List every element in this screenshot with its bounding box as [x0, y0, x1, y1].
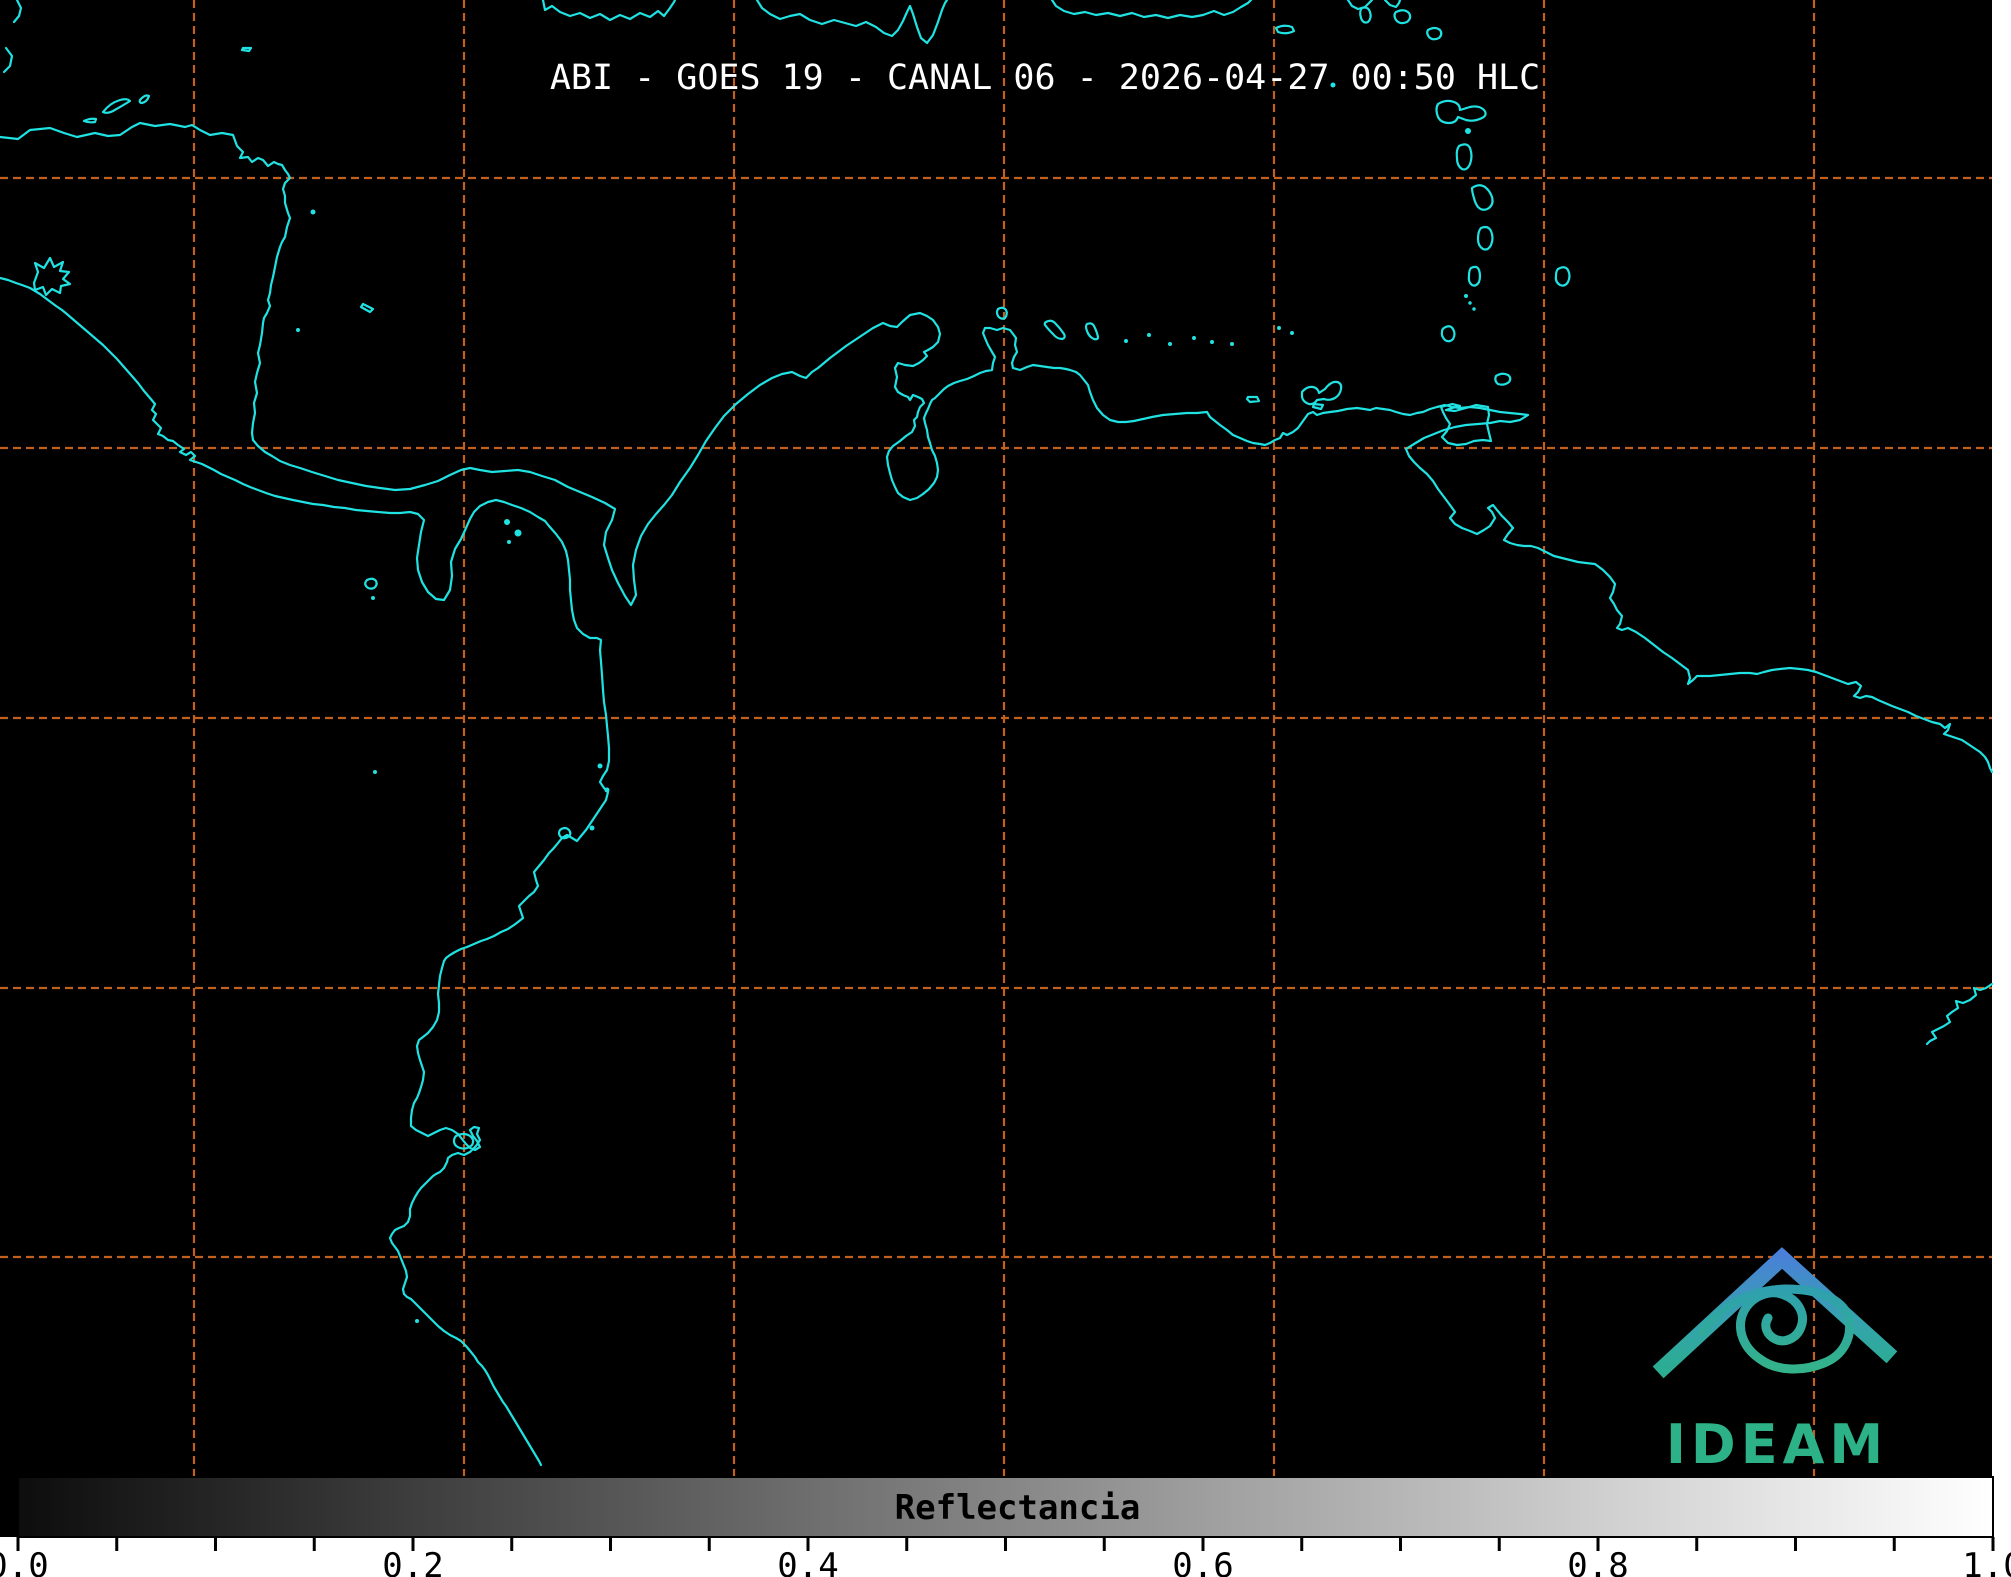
- island-blanquilla-2: [1290, 331, 1294, 335]
- island-marie-galante: [1465, 128, 1471, 134]
- island-grenadine-3: [1472, 307, 1476, 311]
- goes-satellite-map: ABI - GOES 19 - CANAL 06 - 2026-04-27 00…: [0, 0, 2011, 1577]
- island-los-roques-1: [1124, 339, 1128, 343]
- colorbar-tick-label: 0.6: [1172, 1546, 1233, 1577]
- island-pearl-1: [504, 519, 510, 525]
- island-grenadine-1: [1464, 294, 1468, 298]
- island-los-roques-3: [1168, 342, 1172, 346]
- logo-text: IDEAM: [1666, 1413, 1888, 1476]
- island-blanquilla-1: [1277, 326, 1281, 330]
- island-choco-2: [604, 787, 610, 793]
- satellite-image-viewer: ABI - GOES 19 - CANAL 06 - 2026-04-27 00…: [0, 0, 2011, 1577]
- colorbar-label: Reflectancia: [895, 1488, 1141, 1528]
- island-pearl-3: [507, 540, 511, 544]
- island-grenadine-2: [1468, 301, 1472, 305]
- colorbar-ticks: [16, 1537, 1995, 1551]
- island-los-roques-5: [1210, 340, 1214, 344]
- island-malpelo: [373, 770, 377, 774]
- reflectance-colorbar: Reflectancia 0.0 0.2 0.4 0.6 0.8 1.0: [0, 1476, 2011, 1577]
- island-coiba-south: [371, 596, 375, 600]
- island-choco-3: [589, 825, 595, 831]
- colorbar-tick-label: 0.4: [777, 1546, 838, 1577]
- island-pearl-2: [514, 529, 522, 537]
- colorbar-tick-label: 0.0: [0, 1546, 49, 1577]
- island-caribbean-cay: [296, 328, 300, 332]
- colorbar-tick-label: 0.2: [382, 1546, 443, 1577]
- island-los-roques-4: [1192, 336, 1196, 340]
- figure-title: ABI - GOES 19 - CANAL 06 - 2026-04-27 00…: [550, 58, 1540, 98]
- island-choco-1: [597, 763, 603, 769]
- island-los-roques-2: [1147, 333, 1151, 337]
- colorbar-tick-label: 1.0: [1962, 1546, 2011, 1577]
- island-lobos: [415, 1319, 419, 1323]
- colorbar-tick-label: 0.8: [1567, 1546, 1628, 1577]
- island-providencia: [310, 209, 316, 215]
- map-background: [0, 0, 1992, 1537]
- island-los-roques-6: [1230, 342, 1234, 346]
